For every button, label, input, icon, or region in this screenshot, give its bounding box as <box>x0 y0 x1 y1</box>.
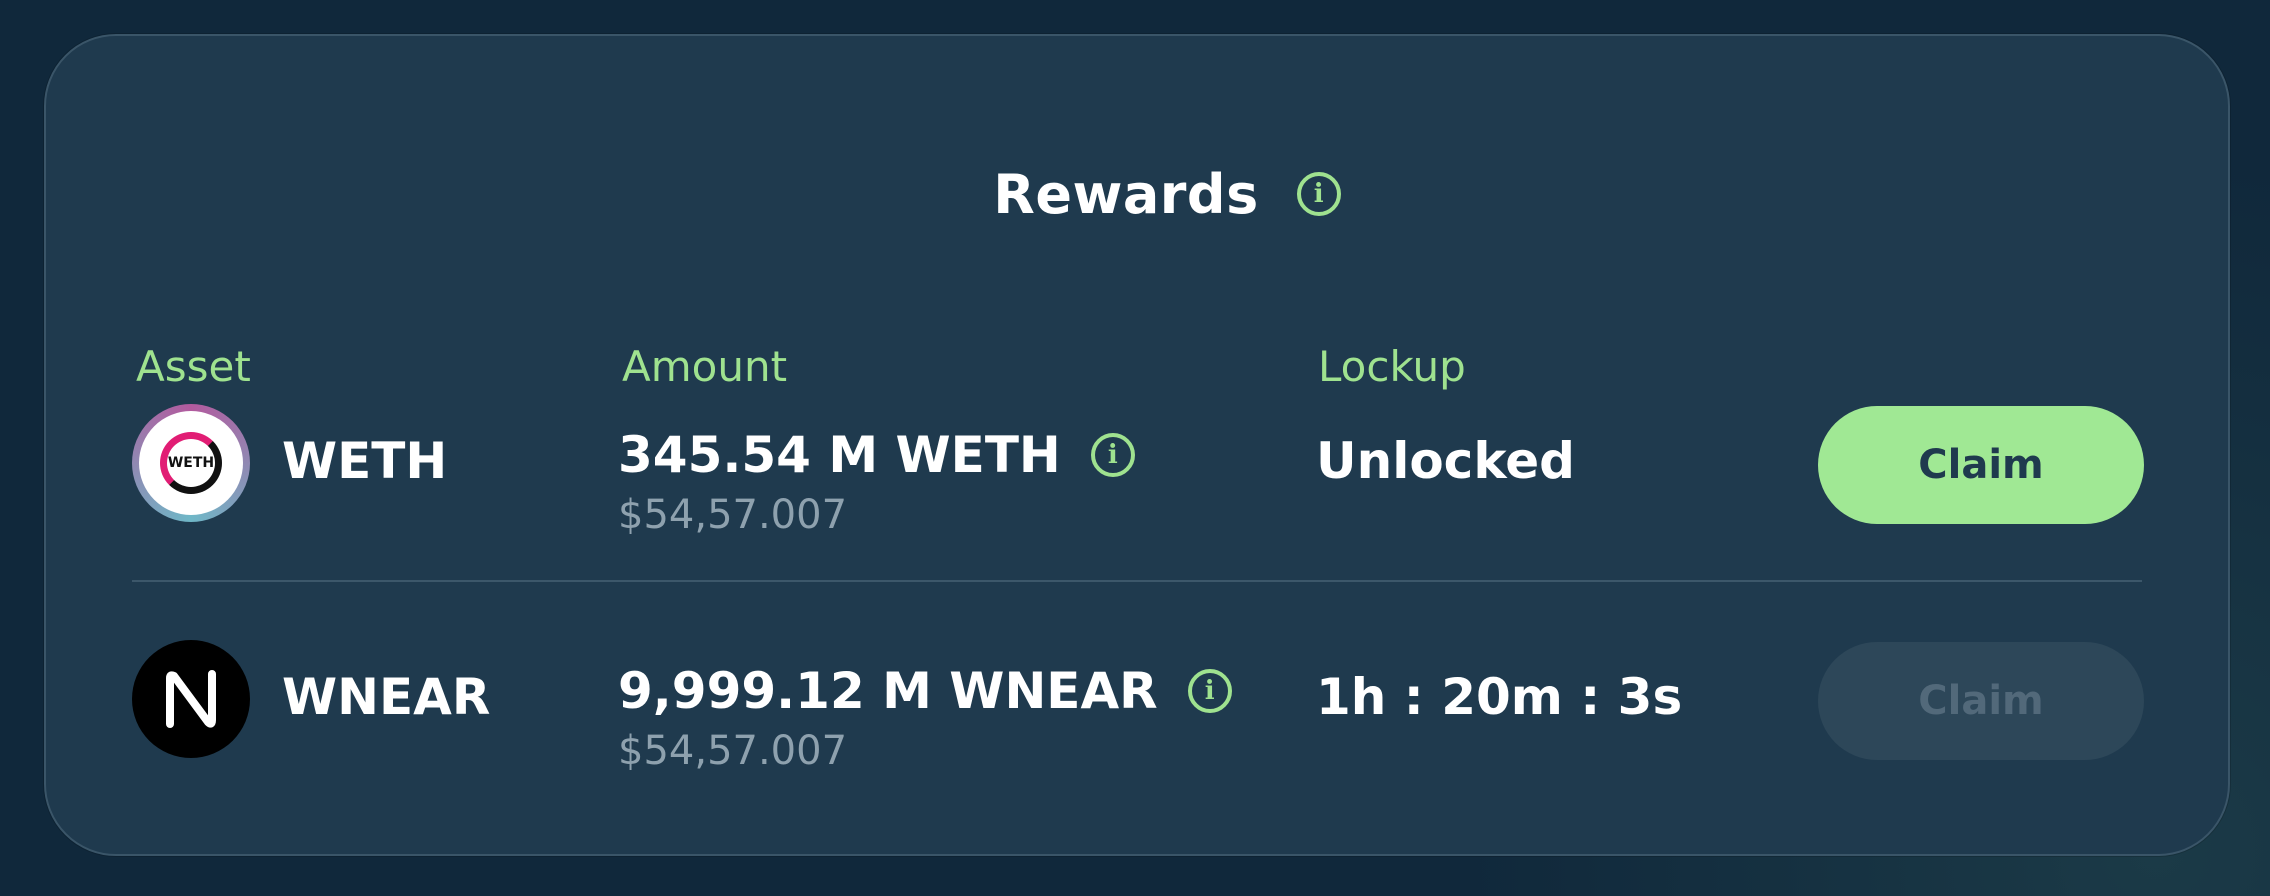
amount-cell: 345.54 M WETH i $54,57.007 <box>618 426 1135 538</box>
column-header-amount: Amount <box>622 342 788 391</box>
reward-row-wnear: WNEAR 9,999.12 M WNEAR i $54,57.007 1h :… <box>46 640 2228 774</box>
claim-button[interactable]: Claim <box>1818 406 2144 524</box>
amount-cell: 9,999.12 M WNEAR i $54,57.007 <box>618 662 1232 774</box>
info-icon[interactable]: i <box>1187 669 1232 713</box>
asset-name: WNEAR <box>282 668 491 726</box>
reward-row-weth: WETH WETH 345.54 M WETH i $54,57.007 Unl… <box>46 404 2228 538</box>
rewards-header: Rewards i <box>46 154 2228 234</box>
column-header-asset: Asset <box>136 342 251 391</box>
lockup-countdown: 1h : 20m : 3s <box>1316 668 1683 726</box>
weth-logo-text: WETH <box>160 432 222 494</box>
weth-logo-icon: WETH <box>132 404 250 522</box>
info-icon[interactable]: i <box>1090 433 1135 477</box>
claim-button[interactable]: Claim <box>1818 642 2144 760</box>
asset-name: WETH <box>282 432 448 490</box>
column-header-lockup: Lockup <box>1318 342 1466 391</box>
amount-usd: $54,57.007 <box>618 492 848 538</box>
amount-value: 345.54 M WETH <box>618 426 1061 484</box>
rewards-card: Rewards i Asset Amount Lockup WETH WETH … <box>44 34 2230 856</box>
near-logo-icon <box>132 640 250 758</box>
amount-usd: $54,57.007 <box>618 728 848 774</box>
rewards-title: Rewards <box>993 162 1259 226</box>
page: Rewards i Asset Amount Lockup WETH WETH … <box>0 0 2270 896</box>
amount-value: 9,999.12 M WNEAR <box>618 662 1158 720</box>
info-icon[interactable]: i <box>1296 172 1341 216</box>
row-divider <box>132 580 2142 582</box>
lockup-status: Unlocked <box>1316 432 1575 490</box>
